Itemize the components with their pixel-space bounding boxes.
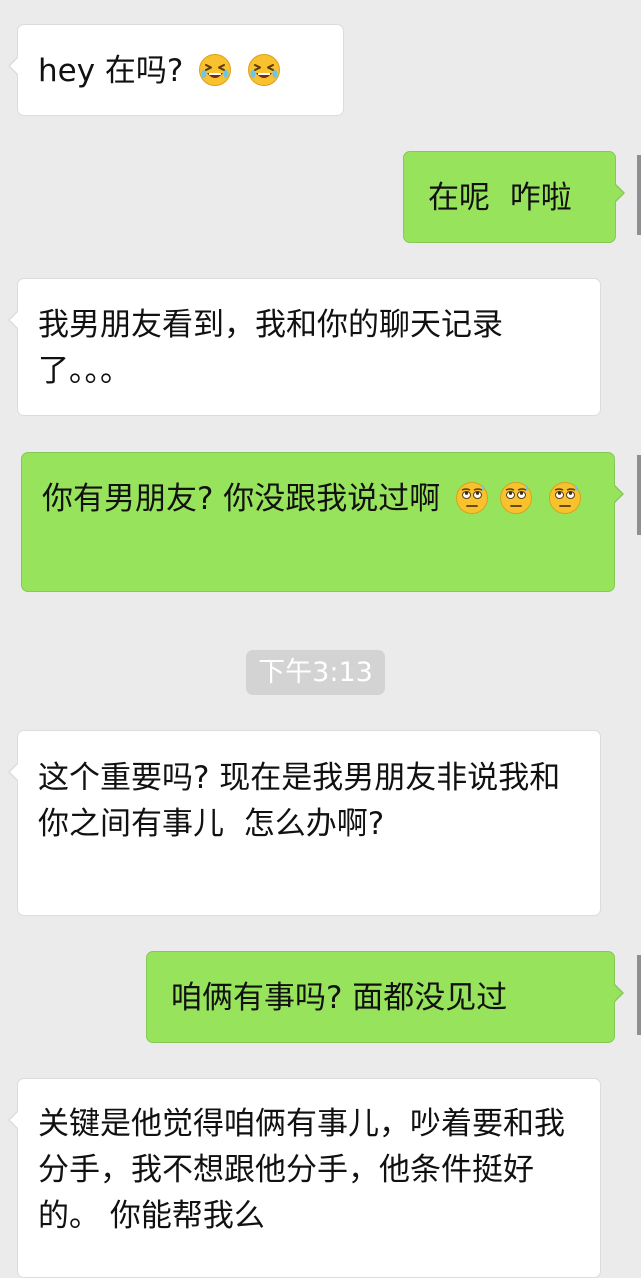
message-text: 在呢 咋啦 (428, 180, 572, 216)
avatar-edge (637, 455, 641, 535)
sent-message-bubble[interactable]: 在呢 咋啦 (403, 151, 625, 243)
message-text: 你有男朋友? 你没跟我说过啊 (42, 481, 441, 517)
message-text: 关键是他觉得咱俩有事儿，吵着要和我分手，我不想跟他分手，他条件挺好的。 你能帮我… (38, 1106, 565, 1234)
laughing-crying-emoji-icon (247, 53, 281, 87)
received-message-bubble[interactable]: 关键是他觉得咱俩有事儿，吵着要和我分手，我不想跟他分手，他条件挺好的。 你能帮我… (8, 1078, 601, 1278)
sent-message-bubble[interactable]: 你有男朋友? 你没跟我说过啊 (21, 452, 624, 592)
timestamp-label: 下午3:13 (246, 650, 385, 695)
message-text: 咱俩有事吗? 面都没见过 (171, 980, 508, 1016)
received-message-bubble[interactable]: 我男朋友看到，我和你的聊天记录了。。。 (8, 278, 601, 416)
sweat-eye-roll-emoji-icon (455, 481, 489, 515)
sweat-eye-roll-emoji-icon (499, 481, 533, 515)
avatar-edge (637, 155, 641, 235)
received-message-bubble[interactable]: hey 在吗? (8, 24, 344, 116)
message-text: 我男朋友看到，我和你的聊天记录了。。。 (38, 307, 503, 389)
sweat-eye-roll-emoji-icon (548, 481, 582, 515)
received-message-bubble[interactable]: 这个重要吗? 现在是我男朋友非说我和你之间有事儿 怎么办啊? (8, 730, 601, 916)
sent-message-bubble[interactable]: 咱俩有事吗? 面都没见过 (146, 951, 624, 1043)
avatar-edge (637, 955, 641, 1035)
message-text: hey 在吗? (38, 53, 184, 89)
laughing-crying-emoji-icon (198, 53, 232, 87)
message-text: 这个重要吗? 现在是我男朋友非说我和你之间有事儿 怎么办啊? (38, 760, 561, 842)
